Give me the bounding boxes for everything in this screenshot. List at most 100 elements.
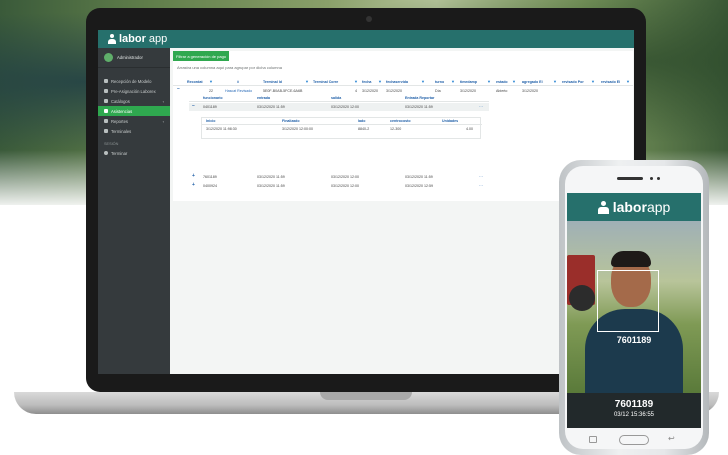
sidebar-item-preasignacion[interactable]: Pre-Asignación Laborex <box>98 86 170 96</box>
row-reportar: 03/12/2020 12:59 <box>405 184 433 188</box>
sidebar-item-reportes[interactable]: Reportes ‹ <box>98 116 170 126</box>
row-terminal: 5E0F-B0AB-5FCE-6A6B <box>263 89 303 93</box>
face-detection-box <box>597 270 659 332</box>
row-id: 0400924 <box>203 184 217 188</box>
column-header[interactable]: Inicio <box>206 119 215 123</box>
column-header[interactable]: entrada <box>257 96 270 100</box>
device-icon <box>104 129 108 133</box>
sidebar-item-recepcion[interactable]: Recepción de Modelo <box>98 76 170 86</box>
more-icon[interactable]: ⋯ <box>479 104 483 109</box>
row-cc: 12-300 <box>390 127 402 131</box>
column-header[interactable]: timedamp <box>460 80 477 84</box>
column-header[interactable]: Unidades <box>442 119 458 123</box>
column-header[interactable]: fecha <box>362 80 371 84</box>
detail-header: funcionario entrada salida Entrada Repor… <box>189 95 489 102</box>
chart-icon <box>104 119 108 123</box>
filter-icon[interactable]: ▼ <box>512 79 516 84</box>
sidebar-item-label: Recepción de Modelo <box>111 78 152 84</box>
sidebar-item-label: Reportes <box>111 118 128 124</box>
column-header[interactable]: funcionario <box>203 96 223 100</box>
table-row[interactable]: − 22 Hascat Revisado 5E0F-B0AB-5FCE-6A6B… <box>173 86 633 94</box>
list-icon <box>104 89 108 93</box>
export-button[interactable]: Filtrar a generación de pago <box>173 51 230 61</box>
row-entrada: 03/12/2020 11:59 <box>257 175 285 179</box>
column-header[interactable]: revisado Por <box>562 80 584 84</box>
folder-icon <box>104 99 108 103</box>
expand-toggle[interactable]: + <box>192 173 195 179</box>
sidebar-item-asistencias[interactable]: Asistencias <box>98 106 170 116</box>
row-fecha: 3/12/2020 <box>362 89 378 93</box>
chevron-left-icon: ‹ <box>162 98 164 104</box>
filter-icon[interactable]: ▼ <box>487 79 491 84</box>
row-number: 22 <box>209 89 213 93</box>
table-row[interactable]: 3/12/2020 11:98:30 3/12/2020 12:00:00 88… <box>202 126 482 133</box>
sidebar-user[interactable]: Administrador <box>98 48 170 68</box>
column-header[interactable]: # <box>237 80 239 84</box>
column-header[interactable]: Finalizado <box>282 119 300 123</box>
more-icon[interactable]: ⋯ <box>479 174 483 179</box>
row-reportar: 03/12/2020 11:59 <box>405 175 433 179</box>
row-timedamp: 3/12/2020 <box>460 89 476 93</box>
filter-icon[interactable]: ▼ <box>354 79 358 84</box>
back-icon[interactable]: ↩ <box>668 434 675 443</box>
row-agregado: 3/12/2020 <box>522 89 538 93</box>
sidebar-item-terminales[interactable]: Terminales <box>98 126 170 136</box>
collapse-toggle[interactable]: − <box>192 103 195 109</box>
chevron-left-icon: ‹ <box>162 118 164 124</box>
column-header[interactable]: turno <box>435 80 444 84</box>
filter-icon[interactable]: ▼ <box>305 79 309 84</box>
clock-icon <box>104 109 108 113</box>
detail-grid: funcionario entrada salida Entrada Repor… <box>189 95 489 195</box>
filter-icon[interactable]: ▼ <box>209 79 213 84</box>
column-header[interactable]: Entrada Reportar <box>405 96 434 100</box>
filter-icon[interactable]: ▼ <box>451 79 455 84</box>
table-row[interactable]: + 0400924 03/12/2020 11:59 03/12/2020 12… <box>189 182 489 190</box>
laptop-camera <box>366 16 372 22</box>
filter-icon[interactable]: ▼ <box>553 79 557 84</box>
row-link[interactable]: Hascat Revisado <box>225 89 252 93</box>
app-topbar: labor app <box>98 30 634 48</box>
scan-timestamp: 03/12 15:36:55 <box>613 412 655 418</box>
power-icon <box>104 151 108 155</box>
sidebar-item-label: Terminar <box>111 150 128 156</box>
column-header[interactable]: agregado El <box>522 80 543 84</box>
row-unidades: 4.00 <box>466 127 473 131</box>
logo-text-light: app <box>148 33 168 45</box>
filter-icon[interactable]: ▼ <box>626 79 630 84</box>
row-reportar: 03/12/2020 11:59 <box>405 105 433 109</box>
collapse-toggle[interactable]: − <box>177 86 180 92</box>
column-header[interactable]: estado <box>496 80 508 84</box>
column-header[interactable]: Terminal Id <box>263 80 282 84</box>
filter-icon[interactable]: ▼ <box>378 79 382 84</box>
column-header[interactable]: lado <box>358 119 365 123</box>
column-header[interactable]: centrocosto <box>390 119 411 123</box>
home-button[interactable] <box>619 435 649 445</box>
row-id: 0401189 <box>203 105 217 109</box>
column-header[interactable]: Recordat <box>187 80 203 84</box>
row-salida: 03/12/2020 12:00 <box>331 184 359 188</box>
logo-person-icon <box>108 34 116 44</box>
filter-icon[interactable]: ▼ <box>421 79 425 84</box>
column-header[interactable]: Terminal Corre <box>313 80 338 84</box>
column-header[interactable]: fechaservida <box>386 80 408 84</box>
employee-id: 7601189 <box>614 399 654 410</box>
more-icon[interactable]: ⋯ <box>479 183 483 188</box>
table-row[interactable]: + 7601189 03/12/2020 11:59 03/12/2020 12… <box>189 173 489 181</box>
sidebar-item-label: Pre-Asignación Laborex <box>111 88 156 94</box>
app-logo[interactable]: labor app <box>108 33 167 45</box>
sidebar-section-label: SESIÓN <box>104 142 119 146</box>
sidebar-item-catalogos[interactable]: Catálogos ‹ <box>98 96 170 106</box>
list-icon <box>104 79 108 83</box>
recent-apps-icon[interactable] <box>589 436 597 443</box>
sidebar-item-terminar[interactable]: Terminar <box>98 148 170 158</box>
filter-icon[interactable]: ▼ <box>591 79 595 84</box>
column-header[interactable]: revisado El <box>601 80 620 84</box>
expand-toggle[interactable]: + <box>192 182 195 188</box>
row-fechaservida: 3/12/2020 <box>386 89 402 93</box>
phone-footer: 7601189 03/12 15:36:55 <box>567 393 701 428</box>
row-inicio: 3/12/2020 11:98:30 <box>206 127 237 131</box>
sidebar-item-label: Asistencias <box>111 108 133 114</box>
phone-sensor <box>657 177 660 180</box>
table-row[interactable]: − 0401189 03/12/2020 11:59 03/12/2020 12… <box>189 103 489 111</box>
column-header[interactable]: salida <box>331 96 341 100</box>
